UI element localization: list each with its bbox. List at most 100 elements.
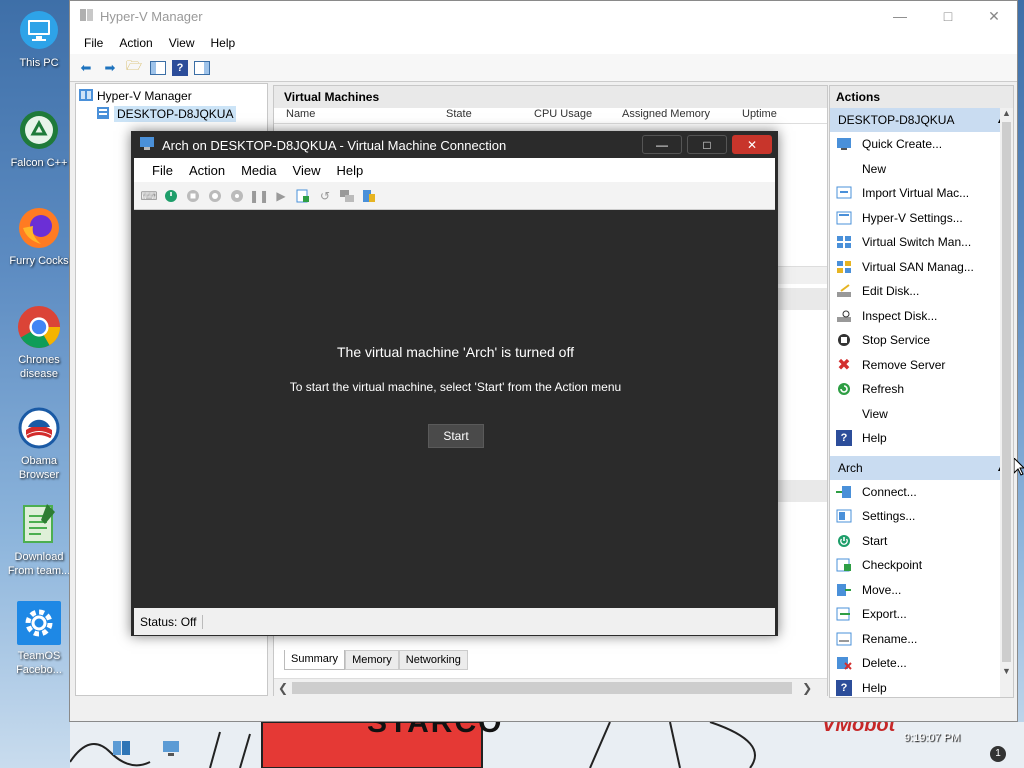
show-hide-action-pane-icon[interactable] — [192, 58, 212, 78]
action-rename[interactable]: Rename... — [830, 627, 1013, 652]
start-vm-button[interactable]: Start — [428, 424, 484, 448]
export-icon — [836, 606, 852, 622]
horizontal-scrollbar[interactable]: ❮ ❯ — [274, 678, 827, 696]
action-help[interactable]: ? Help — [830, 426, 1013, 451]
action-label: Checkpoint — [862, 558, 923, 573]
minimize-button[interactable]: — — [882, 5, 918, 27]
enhanced-session-icon[interactable] — [338, 187, 356, 205]
notification-badge[interactable]: 1 — [990, 746, 1006, 762]
forward-arrow-icon[interactable]: ➡ — [100, 58, 120, 78]
action-remove-server[interactable]: ✖ Remove Server — [830, 353, 1013, 378]
action-inspect-disk[interactable]: Inspect Disk... — [830, 304, 1013, 329]
desktop-icon-download[interactable]: Download From team... — [4, 502, 74, 578]
taskbar-vmconnect-icon[interactable] — [160, 736, 192, 760]
action-label: Settings... — [862, 509, 916, 524]
action-import[interactable]: Import Virtual Mac... — [830, 181, 1013, 206]
vmc-maximize-button[interactable]: □ — [687, 135, 727, 154]
tab-networking[interactable]: Networking — [398, 650, 468, 670]
start-vm-icon[interactable] — [162, 187, 180, 205]
menu-view[interactable]: View — [161, 36, 203, 50]
action-checkpoint[interactable]: Checkpoint — [830, 553, 1013, 578]
vm-screen[interactable]: The virtual machine 'Arch' is turned off… — [134, 210, 775, 608]
actions-section-vm[interactable]: Arch ▲ — [830, 455, 1013, 480]
action-virtual-switch[interactable]: Virtual Switch Man... — [830, 230, 1013, 255]
vmc-menu-view[interactable]: View — [285, 163, 329, 178]
share-icon[interactable] — [360, 187, 378, 205]
close-button[interactable]: ✕ — [976, 5, 1012, 27]
maximize-button[interactable]: □ — [930, 5, 966, 27]
col-memory[interactable]: Assigned Memory — [622, 108, 742, 123]
taskbar-hyperv-icon[interactable] — [110, 736, 142, 760]
desktop-icon-this-pc[interactable]: This PC — [4, 8, 74, 70]
tab-summary[interactable]: Summary — [284, 650, 346, 670]
tab-memory[interactable]: Memory — [345, 650, 399, 670]
recycle-icon — [17, 108, 61, 152]
vmc-menu-media[interactable]: Media — [233, 163, 284, 178]
back-arrow-icon[interactable]: ⬅ — [76, 58, 96, 78]
san-icon — [836, 259, 852, 275]
desktop-icon-firefox[interactable]: Furry Cocks — [4, 206, 74, 268]
actions-section-server[interactable]: DESKTOP-D8JQKUA ▲ — [830, 108, 1013, 132]
col-name[interactable]: Name — [286, 108, 446, 123]
revert-icon[interactable]: ↺ — [316, 187, 334, 205]
scroll-left-icon[interactable]: ❮ — [274, 681, 292, 695]
vmc-close-button[interactable]: ✕ — [732, 135, 772, 154]
notepad-icon — [17, 502, 61, 546]
action-vm-settings[interactable]: Settings... — [830, 504, 1013, 529]
action-view[interactable]: View▶ — [830, 402, 1013, 427]
scroll-down-icon[interactable]: ▼ — [1000, 666, 1013, 676]
actions-scrollbar[interactable]: ▲ ▼ — [1000, 108, 1013, 697]
tree-root-label: Hyper-V Manager — [97, 89, 192, 103]
action-virtual-san[interactable]: Virtual SAN Manag... — [830, 255, 1013, 280]
action-start[interactable]: Start — [830, 529, 1013, 554]
ctrl-alt-del-icon[interactable]: ⌨ — [140, 187, 158, 205]
vmc-status-bar: Status: Off — [134, 608, 775, 635]
scroll-thumb[interactable] — [292, 681, 793, 694]
action-vm-help[interactable]: ? Help — [830, 676, 1013, 698]
action-delete[interactable]: Delete... — [830, 651, 1013, 676]
save-state-icon[interactable] — [228, 187, 246, 205]
action-label: Help — [862, 431, 887, 446]
connect-icon — [836, 484, 852, 500]
action-refresh[interactable]: Refresh — [830, 377, 1013, 402]
vmc-menu-file[interactable]: File — [144, 163, 181, 178]
action-label: Import Virtual Mac... — [862, 186, 970, 201]
menu-action[interactable]: Action — [111, 36, 160, 50]
col-uptime[interactable]: Uptime — [742, 108, 812, 123]
tree-root[interactable]: Hyper-V Manager — [76, 87, 267, 105]
hyperv-titlebar[interactable]: Hyper-V Manager — [70, 1, 1017, 32]
help-icon[interactable]: ? — [172, 59, 188, 76]
col-state[interactable]: State — [446, 108, 534, 123]
blank-icon — [836, 161, 852, 177]
scroll-right-icon[interactable]: ❯ — [792, 681, 822, 695]
action-hyperv-settings[interactable]: Hyper-V Settings... — [830, 206, 1013, 231]
action-edit-disk[interactable]: Edit Disk... — [830, 279, 1013, 304]
action-new[interactable]: New▶ — [830, 157, 1013, 182]
turn-off-icon[interactable] — [184, 187, 202, 205]
vmc-menu-action[interactable]: Action — [181, 163, 233, 178]
action-stop-service[interactable]: Stop Service — [830, 328, 1013, 353]
show-hide-tree-icon[interactable] — [148, 58, 168, 78]
desktop-icon-chrome[interactable]: Chrones disease — [4, 305, 74, 381]
col-cpu[interactable]: CPU Usage — [534, 108, 622, 123]
vm-connection-window: Arch on DESKTOP-D8JQKUA - Virtual Machin… — [131, 131, 778, 636]
action-move[interactable]: Move... — [830, 578, 1013, 603]
action-quick-create[interactable]: Quick Create... — [830, 132, 1013, 157]
action-connect[interactable]: Connect... — [830, 480, 1013, 505]
menu-file[interactable]: File — [76, 36, 111, 50]
desktop-icon-teamos[interactable]: TeamOS Facebo... — [4, 601, 74, 677]
tree-node-server[interactable]: DESKTOP-D8JQKUA — [76, 105, 267, 123]
pause-icon[interactable]: ❚❚ — [249, 187, 269, 205]
vmc-minimize-button[interactable]: — — [642, 135, 682, 154]
shutdown-icon[interactable] — [206, 187, 224, 205]
up-folder-icon[interactable]: 🗁 — [124, 58, 144, 78]
vmc-menu-help[interactable]: Help — [328, 163, 371, 178]
menu-help[interactable]: Help — [203, 36, 244, 50]
scroll-thumb[interactable] — [1002, 122, 1011, 662]
resume-icon[interactable]: ▶ — [272, 187, 290, 205]
desktop-icon-obama[interactable]: Obama Browser — [4, 406, 74, 482]
scroll-up-icon[interactable]: ▲ — [1000, 108, 1013, 118]
action-export[interactable]: Export... — [830, 602, 1013, 627]
checkpoint-icon[interactable] — [294, 187, 312, 205]
desktop-icon-falcon[interactable]: Falcon C++ — [4, 108, 74, 170]
